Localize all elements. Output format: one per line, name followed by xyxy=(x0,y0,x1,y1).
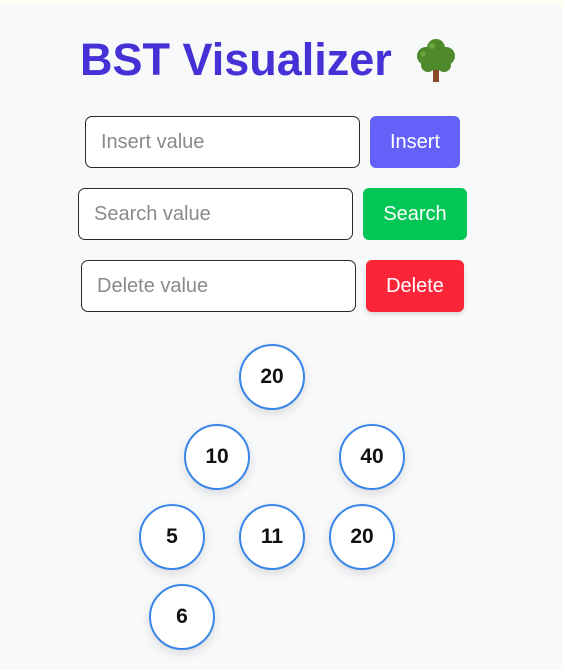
tree-node: 11 xyxy=(239,504,305,570)
delete-value-input[interactable] xyxy=(81,260,356,312)
tree-node: 6 xyxy=(149,584,215,650)
tree-node-root: 20 xyxy=(239,344,305,410)
insert-value-input[interactable] xyxy=(85,116,360,168)
delete-button[interactable]: Delete xyxy=(366,260,464,312)
insert-button[interactable]: Insert xyxy=(370,116,460,168)
tree-node: 20 xyxy=(329,504,395,570)
tree-node: 5 xyxy=(139,504,205,570)
search-value-input[interactable] xyxy=(78,188,353,240)
tree-node: 40 xyxy=(339,424,405,490)
search-button[interactable]: Search xyxy=(363,188,467,240)
top-strip xyxy=(0,0,563,6)
tree-node: 10 xyxy=(184,424,250,490)
tree-icon xyxy=(417,39,455,82)
page-title: BST Visualizer xyxy=(80,34,392,85)
